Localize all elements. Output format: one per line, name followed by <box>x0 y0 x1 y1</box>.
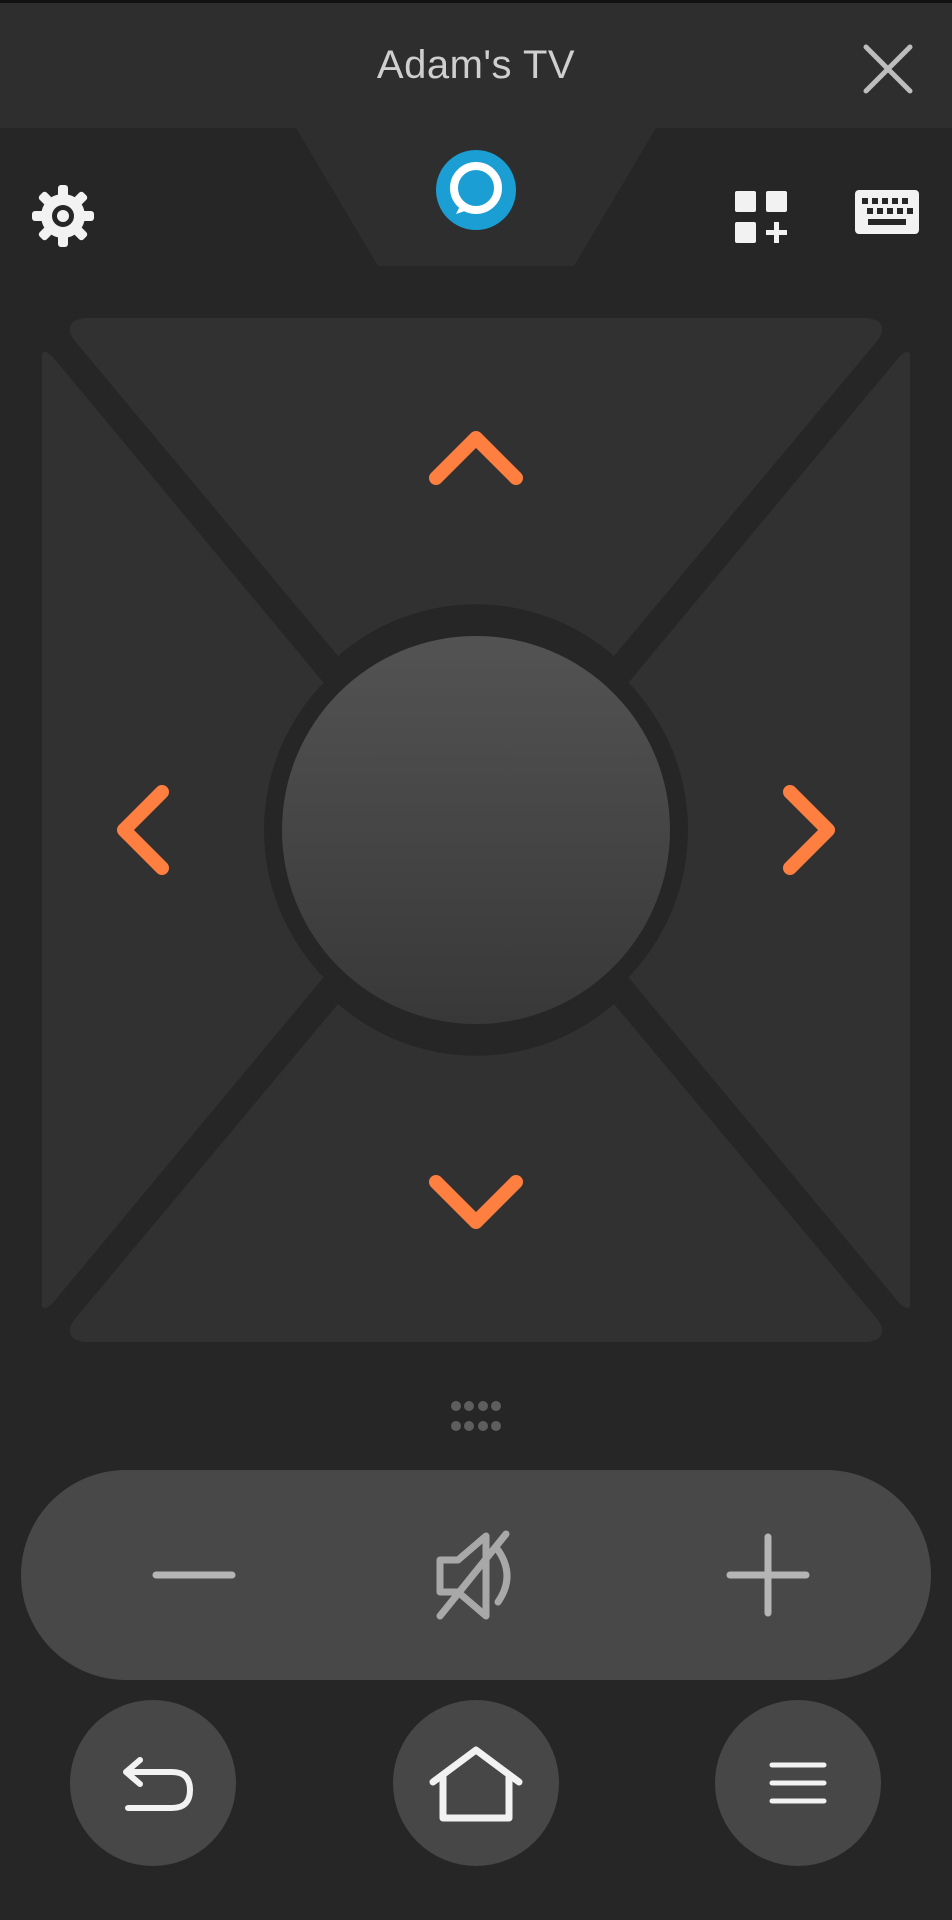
volume-bar <box>21 1470 931 1680</box>
plus-icon <box>726 1533 810 1617</box>
menu-button[interactable] <box>715 1700 881 1866</box>
volume-up-button[interactable] <box>698 1470 838 1680</box>
hamburger-menu-icon <box>769 1762 827 1804</box>
volume-down-button[interactable] <box>124 1470 264 1680</box>
back-arrow-icon <box>123 1757 193 1811</box>
grip-dots-icon[interactable] <box>450 1400 502 1436</box>
home-icon <box>429 1746 523 1822</box>
home-button[interactable] <box>393 1700 559 1866</box>
ok-button[interactable] <box>282 636 670 1024</box>
minus-icon <box>152 1571 236 1579</box>
mute-button[interactable] <box>406 1470 546 1680</box>
mute-icon <box>436 1530 511 1620</box>
directional-pad <box>41 318 911 1342</box>
back-button[interactable] <box>70 1700 236 1866</box>
